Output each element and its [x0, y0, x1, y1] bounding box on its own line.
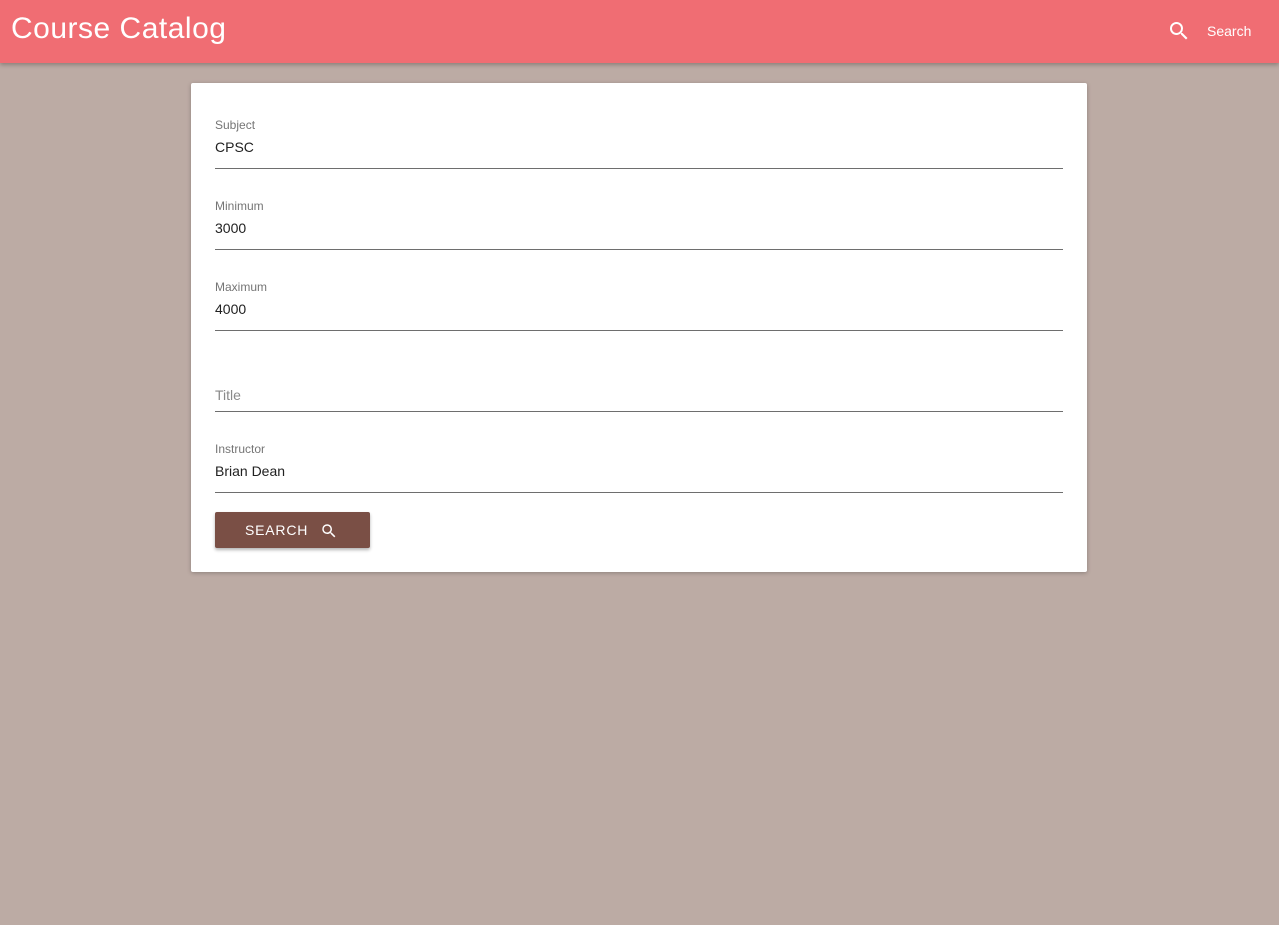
- maximum-input[interactable]: 4000: [215, 301, 246, 317]
- minimum-input[interactable]: 3000: [215, 220, 246, 236]
- subject-field[interactable]: Subject CPSC: [215, 118, 1063, 169]
- instructor-field[interactable]: Instructor Brian Dean: [215, 442, 1063, 493]
- minimum-label: Minimum: [215, 199, 264, 213]
- search-icon: [322, 524, 336, 538]
- subject-label: Subject: [215, 118, 256, 132]
- instructor-label: Instructor: [215, 442, 266, 456]
- subject-input[interactable]: CPSC: [215, 139, 254, 155]
- app-bar: Course Catalog Search: [0, 0, 1279, 63]
- search-form-card: Subject CPSC Minimum 3000 Maximum 4000 T…: [191, 83, 1087, 572]
- app-title: Course Catalog: [11, 12, 227, 45]
- top-search-label[interactable]: Search: [1207, 23, 1251, 39]
- title-field[interactable]: Title: [215, 361, 1063, 412]
- search-icon[interactable]: [1167, 19, 1191, 43]
- search-button-label: SEARCH: [245, 522, 309, 538]
- search-button[interactable]: SEARCH: [215, 512, 370, 548]
- maximum-label: Maximum: [215, 280, 268, 294]
- title-input[interactable]: Title: [215, 387, 241, 403]
- instructor-input[interactable]: Brian Dean: [215, 463, 285, 479]
- minimum-field[interactable]: Minimum 3000: [215, 199, 1063, 250]
- maximum-field[interactable]: Maximum 4000: [215, 280, 1063, 331]
